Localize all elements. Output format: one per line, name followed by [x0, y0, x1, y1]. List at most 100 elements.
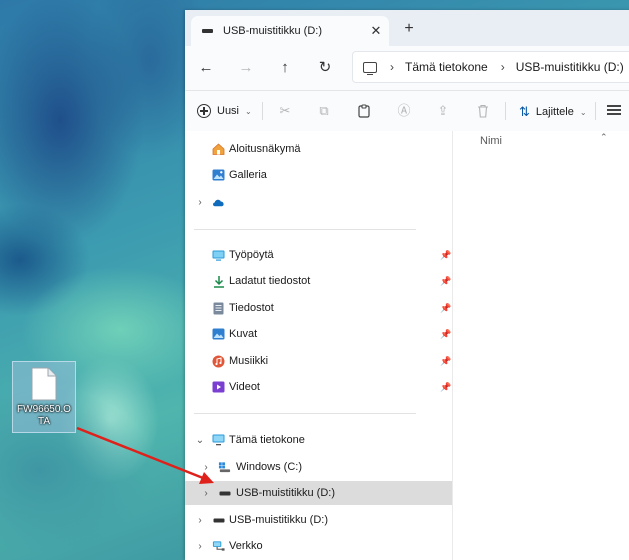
sidebar-item-music[interactable]: Musiikki 📌: [185, 349, 452, 373]
sort-up-icon: ⌃: [600, 132, 608, 142]
chevron-down-icon: ⌄: [579, 107, 587, 117]
copy-icon[interactable]: ⧉: [317, 104, 331, 118]
divider: [194, 229, 416, 230]
sidebar-item-this-pc[interactable]: ⌄ Tämä tietokone: [185, 428, 452, 452]
paste-icon[interactable]: [357, 104, 371, 118]
usb-drive-icon: [218, 487, 231, 499]
sidebar-item-label: Tämä tietokone: [229, 434, 305, 446]
sidebar-item-label: Aloitusnäkymä: [229, 143, 301, 155]
pin-icon[interactable]: 📌: [440, 276, 451, 287]
sidebar-item-documents[interactable]: Tiedostot 📌: [185, 296, 452, 320]
rename-icon[interactable]: Ⓐ: [397, 104, 411, 118]
chevron-right-icon[interactable]: ›: [201, 488, 211, 499]
delete-icon[interactable]: [476, 104, 490, 118]
sidebar-item-label: Työpöytä: [229, 249, 274, 261]
sidebar-item-network[interactable]: › Verkko: [185, 534, 452, 558]
view-icon[interactable]: [607, 105, 621, 116]
sort-button[interactable]: ⇅ Lajittele ⌄: [519, 104, 587, 120]
navigation-bar: ← → ↑ ↻ › Tämä tietokone › USB-muistitik…: [185, 46, 629, 90]
chevron-right-icon: ›: [390, 60, 394, 74]
column-header-name[interactable]: Nimi ⌃: [480, 132, 608, 147]
address-bar[interactable]: › Tämä tietokone › USB-muistitikku (D:): [352, 51, 629, 83]
toolbar-separator: [262, 102, 263, 120]
gallery-icon: [212, 169, 225, 181]
toolbar-separator: [505, 102, 506, 120]
chevron-down-icon: ⌄: [245, 106, 252, 116]
sidebar-item-pictures[interactable]: Kuvat 📌: [185, 322, 452, 346]
share-icon[interactable]: ⇪: [436, 104, 450, 118]
sidebar-item-onedrive[interactable]: ›: [185, 190, 452, 214]
sidebar-item-home[interactable]: Aloitusnäkymä: [185, 137, 452, 161]
new-tab-button[interactable]: +: [399, 19, 419, 39]
tab-usb-drive[interactable]: USB-muistitikku (D:) ✕: [191, 16, 389, 46]
chevron-down-icon[interactable]: ⌄: [195, 435, 205, 446]
sidebar-item-label: Windows (C:): [236, 461, 303, 473]
plus-circle-icon: [197, 104, 211, 118]
column-header-label: Nimi: [480, 135, 502, 147]
onedrive-icon: [212, 196, 225, 208]
chevron-right-icon[interactable]: ›: [195, 541, 205, 552]
sidebar-item-windows-c[interactable]: › Windows (C:): [185, 455, 452, 479]
sidebar-item-label: Musiikki: [229, 355, 269, 367]
toolbar-separator: [595, 102, 596, 120]
sidebar-item-label: USB-muistitikku (D:): [236, 487, 336, 499]
up-button[interactable]: ↑: [275, 59, 295, 79]
monitor-icon: [363, 61, 377, 75]
divider: [194, 413, 416, 414]
sidebar-item-label: USB-muistitikku (D:): [229, 514, 329, 526]
sidebar-item-label: Ladatut tiedostot: [229, 275, 311, 287]
drive-icon: [202, 29, 213, 33]
file-icon: [31, 367, 57, 401]
sidebar-item-label: Videot: [229, 381, 260, 393]
chevron-right-icon[interactable]: ›: [195, 515, 205, 526]
file-explorer-window: USB-muistitikku (D:) ✕ + ← → ↑ ↻ › Tämä …: [185, 10, 629, 560]
breadcrumb-usb-drive[interactable]: USB-muistitikku (D:): [516, 60, 624, 74]
sidebar-item-label: Tiedostot: [229, 302, 274, 314]
pin-icon[interactable]: 📌: [440, 356, 451, 367]
cut-icon[interactable]: ✂: [278, 104, 292, 118]
desktop-file-item[interactable]: FW96650.OTA: [12, 361, 76, 433]
sidebar-item-label: Kuvat: [229, 328, 258, 340]
download-icon: [212, 275, 225, 288]
pin-icon[interactable]: 📌: [440, 329, 451, 340]
title-bar: USB-muistitikku (D:) ✕ +: [185, 10, 629, 46]
chevron-right-icon: ›: [500, 60, 505, 74]
computer-icon: [212, 434, 225, 446]
sidebar-item-videos[interactable]: Videot 📌: [185, 375, 452, 399]
sort-icon: ⇅: [519, 104, 530, 119]
network-icon: [212, 540, 225, 552]
music-icon: [212, 355, 225, 367]
pin-icon[interactable]: 📌: [440, 250, 451, 261]
desktop-file-label: FW96650.OTA: [17, 404, 71, 427]
new-button-label: Uusi: [217, 105, 240, 117]
chevron-right-icon[interactable]: ›: [201, 462, 211, 473]
new-button[interactable]: Uusi ⌄: [197, 104, 252, 118]
sidebar-item-label: Verkko: [229, 540, 263, 552]
pin-icon[interactable]: 📌: [440, 303, 451, 314]
file-list: Nimi ⌃: [453, 131, 629, 560]
usb-drive-icon: [212, 514, 225, 526]
command-bar: Uusi ⌄ ✂ ⧉ Ⓐ ⇪ ⇅ Lajittele ⌄: [185, 91, 629, 131]
sidebar-item-label: Galleria: [229, 169, 267, 181]
videos-icon: [212, 381, 225, 393]
home-icon: [212, 143, 225, 155]
chevron-right-icon[interactable]: ›: [195, 197, 205, 208]
sidebar-item-downloads[interactable]: Ladatut tiedostot 📌: [185, 269, 452, 293]
tab-title: USB-muistitikku (D:): [223, 25, 323, 37]
pictures-icon: [212, 328, 225, 340]
pin-icon[interactable]: 📌: [440, 382, 451, 393]
desktop-icon: [212, 249, 225, 261]
sidebar-item-desktop[interactable]: Työpöytä 📌: [185, 243, 452, 267]
documents-icon: [212, 302, 225, 314]
close-tab-button[interactable]: ✕: [363, 23, 389, 39]
sidebar-item-usb-d[interactable]: › USB-muistitikku (D:): [185, 481, 452, 505]
refresh-button[interactable]: ↻: [315, 59, 335, 79]
back-button[interactable]: ←: [196, 59, 216, 79]
sidebar-item-gallery[interactable]: Galleria: [185, 163, 452, 187]
navigation-pane: Aloitusnäkymä Galleria › Työpöytä 📌 Lada…: [185, 131, 452, 560]
sidebar-item-usb-d-root[interactable]: › USB-muistitikku (D:): [185, 508, 452, 532]
breadcrumb-this-pc[interactable]: Tämä tietokone: [405, 60, 488, 74]
windows-drive-icon: [218, 461, 231, 473]
sort-button-label: Lajittele: [535, 106, 574, 118]
forward-button[interactable]: →: [236, 59, 256, 79]
